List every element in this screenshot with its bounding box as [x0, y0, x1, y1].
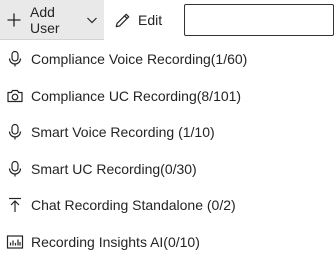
camera-icon [6, 87, 24, 105]
menu-item-label: Smart Voice Recording (1/10) [31, 124, 215, 140]
upload-arrow-icon [6, 196, 24, 214]
bar-chart-icon [6, 233, 24, 251]
menu-item-smart-voice-recording[interactable]: Smart Voice Recording (1/10) [0, 114, 336, 151]
menu-item-label: Compliance Voice Recording(1/60) [31, 51, 247, 67]
microphone-icon [6, 160, 24, 178]
menu-item-label: Recording Insights AI(0/10) [31, 234, 200, 250]
edit-label: Edit [138, 12, 162, 28]
menu-item-compliance-uc-recording[interactable]: Compliance UC Recording(8/101) [0, 78, 336, 115]
menu-item-recording-insights-ai[interactable]: Recording Insights AI(0/10) [0, 224, 336, 260]
microphone-icon [6, 123, 24, 141]
menu-item-smart-uc-recording[interactable]: Smart UC Recording(0/30) [0, 151, 336, 188]
chevron-down-icon[interactable] [86, 14, 98, 26]
menu-item-label: Compliance UC Recording(8/101) [31, 88, 241, 104]
menu-item-chat-recording-standalone[interactable]: Chat Recording Standalone (0/2) [0, 187, 336, 224]
menu-item-compliance-voice-recording[interactable]: Compliance Voice Recording(1/60) [0, 41, 336, 78]
pencil-icon [114, 12, 131, 29]
edit-button[interactable]: Edit [114, 0, 162, 40]
toolbar: Add User Edit [0, 0, 336, 40]
menu-item-label: Chat Recording Standalone (0/2) [31, 197, 236, 213]
menu-item-label: Smart UC Recording(0/30) [31, 161, 197, 177]
search-input[interactable] [184, 4, 334, 36]
add-user-dropdown-menu: Compliance Voice Recording(1/60) Complia… [0, 41, 336, 260]
plus-icon [6, 12, 22, 28]
add-user-button[interactable]: Add User [0, 0, 104, 40]
add-user-label: Add User [30, 4, 79, 36]
microphone-icon [6, 50, 24, 68]
